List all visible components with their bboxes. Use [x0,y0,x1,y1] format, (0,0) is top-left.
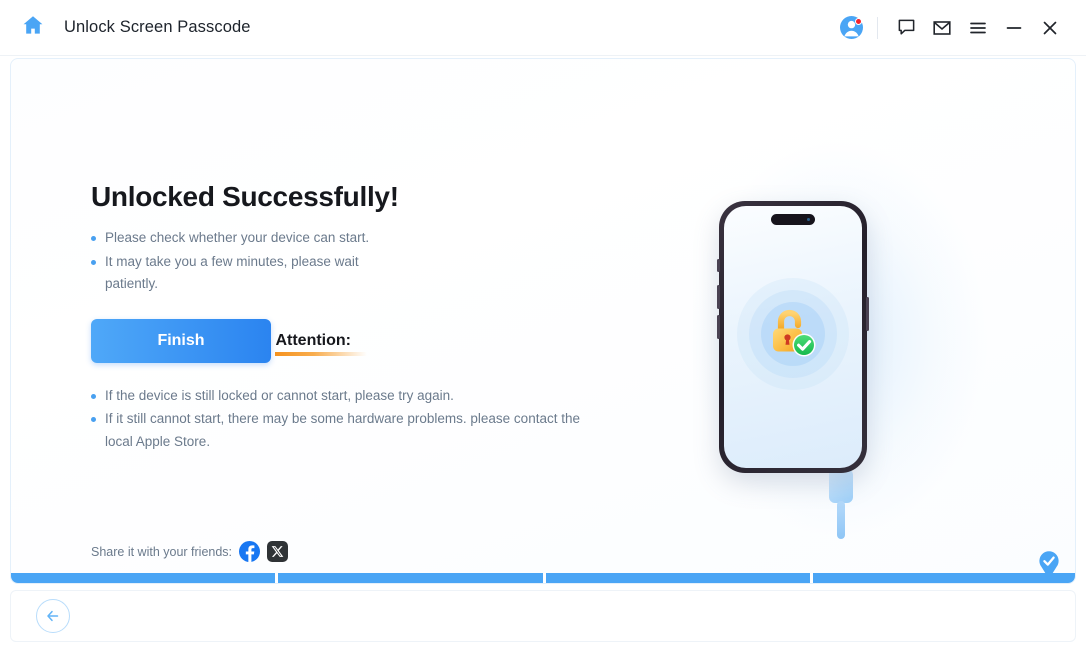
dynamic-island [771,214,815,225]
list-item: Please check whether your device can sta… [91,227,391,250]
list-item: It may take you a few minutes, please wa… [91,251,391,296]
menu-button[interactable] [960,10,996,46]
attention-underline [275,351,368,356]
checkmark-pin-icon [1037,549,1061,579]
minimize-icon [1006,26,1022,29]
page-title: Unlock Screen Passcode [64,18,251,36]
progress-bar [11,573,1075,583]
list-item: If the device is still locked or cannot … [91,385,591,408]
status-note-list: Please check whether your device can sta… [91,227,631,296]
phone-volume-up [717,285,720,309]
close-icon [1043,21,1057,34]
progress-segment [11,573,276,583]
attention-heading: Attention: [275,331,368,356]
notification-badge [855,17,862,25]
content-panel: Unlocked Successfully! Please check whet… [10,58,1076,584]
x-twitter-icon [271,546,284,557]
title-bar: Unlock Screen Passcode [0,0,1086,56]
finish-button[interactable]: Finish [91,318,271,363]
phone-volume-down [717,315,720,339]
window-controls [831,10,1086,46]
feedback-button[interactable] [888,10,924,46]
attention-title: Attention: [275,331,351,349]
home-button[interactable] [16,11,50,45]
facebook-share-button[interactable] [239,541,261,562]
home-icon [21,13,45,42]
footer-bar [10,590,1076,642]
status-section: Unlocked Successfully! Please check whet… [91,181,631,454]
share-label: Share it with your friends: [91,544,233,559]
facebook-icon [245,545,255,562]
phone-power-button [866,297,869,331]
device-illustration [671,129,1011,559]
cable-wire [837,501,845,539]
list-item: If it still cannot start, there may be s… [91,408,591,453]
envelope-icon [933,20,951,35]
back-button[interactable] [36,599,70,633]
iphone-device [717,201,869,473]
mail-button[interactable] [924,10,960,46]
close-button[interactable] [1032,10,1068,46]
phone-screen [724,206,862,468]
phone-mute-switch [717,259,720,272]
hamburger-menu-icon [970,22,986,33]
progress-segment [278,573,543,583]
share-section: Share it with your friends: [91,541,289,562]
progress-segment [545,573,810,583]
minimize-button[interactable] [996,10,1032,46]
unlock-screen-passcode-window: Unlock Screen Passcode Unlocked Successf… [0,0,1086,650]
status-headline: Unlocked Successfully! [91,181,399,212]
account-avatar[interactable] [831,10,871,46]
lightning-cable-icon [829,469,853,503]
chat-bubble-icon [898,19,914,35]
unlocked-padlock-with-check-icon [762,303,824,365]
toolbar-divider [877,16,878,39]
attention-note-list: If the device is still locked or cannot … [91,385,631,454]
x-share-button[interactable] [267,541,289,562]
back-arrow-icon [47,610,59,622]
